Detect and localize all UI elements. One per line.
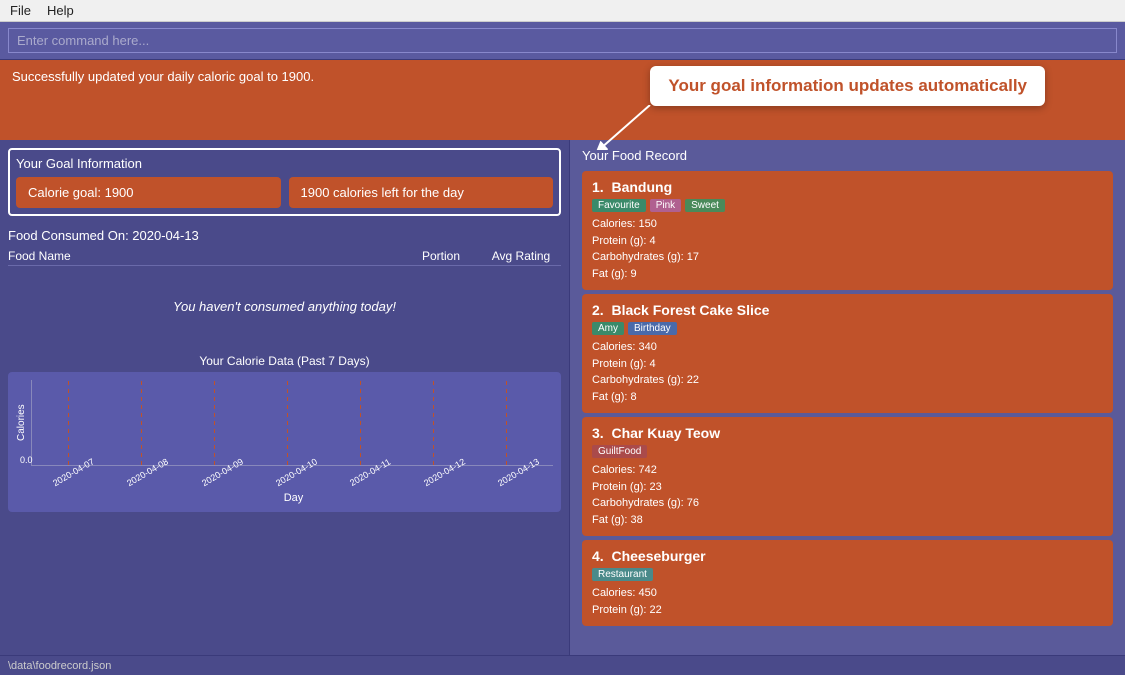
food-item-2-detail: Calories: 340 Protein (g): 4 Carbohydrat… <box>592 339 1103 405</box>
dashed-line-7 <box>506 380 507 465</box>
tag-sweet: Sweet <box>685 199 725 212</box>
chart-title: Your Calorie Data (Past 7 Days) <box>8 354 561 368</box>
food-item-2-header: 2. Black Forest Cake Slice <box>592 302 1103 318</box>
x-axis-title: Day <box>34 492 553 504</box>
tag-pink: Pink <box>650 199 681 212</box>
tag-guiltfood: GuiltFood <box>592 445 647 458</box>
command-input[interactable] <box>8 28 1117 53</box>
tag-amy: Amy <box>592 322 624 335</box>
dashed-line-6 <box>433 380 434 465</box>
statusbar: \data\foodrecord.json <box>0 655 1125 675</box>
food-item-2-tags: Amy Birthday <box>592 322 1103 335</box>
y-axis-label: Calories <box>16 380 27 466</box>
menu-file[interactable]: File <box>10 3 31 18</box>
callout-text: Your goal information updates automatica… <box>668 76 1027 95</box>
statusbar-text: \data\foodrecord.json <box>8 660 111 672</box>
dashed-line-1 <box>68 380 69 465</box>
food-item-1: 1. Bandung Favourite Pink Sweet Calories… <box>582 171 1113 290</box>
tag-favourite: Favourite <box>592 199 646 212</box>
menu-help[interactable]: Help <box>47 3 74 18</box>
main-layout: Your Goal Information Calorie goal: 1900… <box>0 140 1125 655</box>
food-item-1-detail: Calories: 150 Protein (g): 4 Carbohydrat… <box>592 216 1103 282</box>
banner-area: Successfully updated your daily caloric … <box>0 60 1125 140</box>
goal-title: Your Goal Information <box>16 156 553 171</box>
food-item-4-detail: Calories: 450 Protein (g): 22 <box>592 585 1103 618</box>
consumed-section: Food Consumed On: 2020-04-13 Food Name P… <box>8 228 561 346</box>
food-item-3-detail: Calories: 742 Protein (g): 23 Carbohydra… <box>592 462 1103 528</box>
food-item-1-header: 1. Bandung <box>592 179 1103 195</box>
food-table-header: Food Name Portion Avg Rating <box>8 247 561 266</box>
food-item-2: 2. Black Forest Cake Slice Amy Birthday … <box>582 294 1113 413</box>
tag-restaurant: Restaurant <box>592 568 653 581</box>
callout-box: Your goal information updates automatica… <box>650 66 1045 106</box>
col-header-portion: Portion <box>401 249 481 263</box>
menubar: File Help <box>0 0 1125 22</box>
x-axis: 2020-04-07 2020-04-08 2020-04-09 2020-04… <box>34 468 553 478</box>
right-panel[interactable]: Your Food Record 1. Bandung Favourite Pi… <box>570 140 1125 655</box>
chart-zero: 0.0 <box>20 455 33 465</box>
food-item-4: 4. Cheeseburger Restaurant Calories: 450… <box>582 540 1113 626</box>
goal-cards: Calorie goal: 1900 1900 calories left fo… <box>16 177 553 208</box>
tag-birthday: Birthday <box>628 322 677 335</box>
food-item-4-header: 4. Cheeseburger <box>592 548 1103 564</box>
dashed-line-4 <box>287 380 288 465</box>
food-item-1-tags: Favourite Pink Sweet <box>592 199 1103 212</box>
callout-arrow <box>590 105 660 150</box>
banner-message: Successfully updated your daily caloric … <box>12 69 314 84</box>
calories-left-card: 1900 calories left for the day <box>289 177 554 208</box>
food-item-3: 3. Char Kuay Teow GuiltFood Calories: 74… <box>582 417 1113 536</box>
chart-section: Your Calorie Data (Past 7 Days) Calories… <box>8 354 561 651</box>
consumed-title: Food Consumed On: 2020-04-13 <box>8 228 561 243</box>
col-header-rating: Avg Rating <box>481 249 561 263</box>
food-item-3-header: 3. Char Kuay Teow <box>592 425 1103 441</box>
food-item-4-tags: Restaurant <box>592 568 1103 581</box>
chart-area: Calories 0.0 2020-04-07 <box>8 372 561 512</box>
dashed-line-2 <box>141 380 142 465</box>
calorie-goal-card: Calorie goal: 1900 <box>16 177 281 208</box>
col-header-name: Food Name <box>8 249 401 263</box>
left-panel: Your Goal Information Calorie goal: 1900… <box>0 140 570 655</box>
command-bar <box>0 22 1125 60</box>
food-item-3-tags: GuiltFood <box>592 445 1103 458</box>
dashed-line-3 <box>214 380 215 465</box>
goal-section: Your Goal Information Calorie goal: 1900… <box>8 148 561 216</box>
chart-plot: 0.0 <box>31 380 553 466</box>
food-table-empty: You haven't consumed anything today! <box>8 266 561 346</box>
dashed-line-5 <box>360 380 361 465</box>
